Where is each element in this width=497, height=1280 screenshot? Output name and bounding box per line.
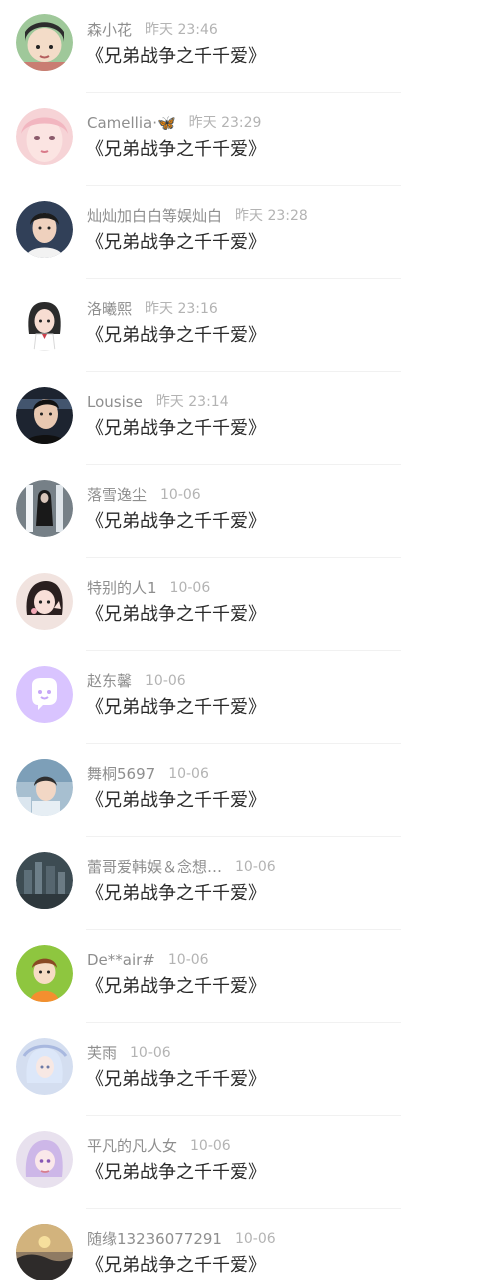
comment-text: 《兄弟战争之千千爱》 [86,790,266,811]
user-name[interactable]: 洛曦熙 [87,298,132,320]
anime-girl-avatar[interactable] [16,294,73,351]
timestamp: 10-06 [130,1045,171,1061]
comment-meta: De**air# 10-06 [87,949,209,971]
timestamp: 10-06 [234,1231,276,1247]
comment-text: 《兄弟战争之千千爱》 [86,883,266,904]
user-name[interactable]: 特别的人1 [87,577,157,599]
timestamp: 昨天 23:29 [188,115,262,131]
user-name[interactable]: 森小花 [87,19,132,41]
list-item[interactable]: De**air# 10-06 《兄弟战争之千千爱》 [0,930,497,1023]
anime-boy-avatar[interactable] [16,759,73,816]
comment-text: 《兄弟战争之千千爱》 [86,1069,266,1090]
list-item[interactable]: 蕾哥爱韩娱＆念想… 10-06 《兄弟战争之千千爱》 [0,837,497,930]
comment-text: 《兄弟战争之千千爱》 [86,1255,266,1276]
comment-text: 《兄弟战争之千千爱》 [86,232,266,253]
cartoon-girl-avatar[interactable] [16,573,73,630]
chat-bubble-avatar[interactable] [16,666,73,723]
timestamp: 昨天 23:28 [235,208,308,224]
comment-meta: Lousise 昨天 23:14 [87,391,229,413]
comment-meta: 蕾哥爱韩娱＆念想… 10-06 [87,856,276,878]
list-item[interactable]: Camellia·🦋 昨天 23:29 《兄弟战争之千千爱》 [0,93,497,186]
timestamp: 昨天 23:16 [145,301,218,317]
comment-text: 《兄弟战争之千千爱》 [86,1162,266,1183]
list-item[interactable]: 赵东馨 10-06 《兄弟战争之千千爱》 [0,651,497,744]
list-item[interactable]: 随缘13236077291 10-06 《兄弟战争之千千爱》 [0,1209,497,1280]
comment-text: 《兄弟战争之千千爱》 [86,976,266,997]
user-name[interactable]: 舞桐5697 [87,763,155,785]
user-name[interactable]: 落雪逸尘 [87,484,147,506]
timestamp: 10-06 [145,673,186,689]
comment-text: 《兄弟战争之千千爱》 [86,697,266,718]
list-item[interactable]: 芙雨 10-06 《兄弟战争之千千爱》 [0,1023,497,1116]
pink-face-avatar[interactable] [16,108,73,165]
timestamp: 10-06 [169,580,211,596]
list-item[interactable]: 森小花 昨天 23:46 《兄弟战争之千千爱》 [0,0,497,93]
list-item[interactable]: 落雪逸尘 10-06 《兄弟战争之千千爱》 [0,465,497,558]
user-name[interactable]: Camellia·🦋 [87,112,176,134]
comment-text: 《兄弟战争之千千爱》 [86,511,266,532]
timestamp: 10-06 [160,487,201,503]
comment-meta: 落雪逸尘 10-06 [87,484,201,506]
user-name[interactable]: 平凡的凡人女 [87,1135,177,1157]
list-item[interactable]: 灿灿加白白等娱灿白 昨天 23:28 《兄弟战争之千千爱》 [0,186,497,279]
comment-meta: 平凡的凡人女 10-06 [87,1135,231,1157]
comment-meta: 特别的人1 10-06 [87,577,210,599]
timestamp: 10-06 [190,1138,231,1154]
comment-meta: 森小花 昨天 23:46 [87,19,218,41]
user-name[interactable]: Lousise [87,391,143,413]
user-name[interactable]: 灿灿加白白等娱灿白 [87,205,222,227]
blue-illustration-avatar[interactable] [16,1038,73,1095]
timestamp: 昨天 23:46 [145,22,218,38]
timestamp: 10-06 [168,766,209,782]
user-name[interactable]: 随缘13236077291 [87,1228,222,1250]
purple-girl-avatar[interactable] [16,1131,73,1188]
user-name[interactable]: 赵东馨 [87,670,132,692]
comment-meta: 随缘13236077291 10-06 [87,1228,276,1250]
green-cartoon-avatar[interactable] [16,945,73,1002]
comment-meta: 灿灿加白白等娱灿白 昨天 23:28 [87,205,308,227]
man-portrait-avatar[interactable] [16,387,73,444]
user-name[interactable]: 蕾哥爱韩娱＆念想… [87,856,222,878]
city-scene-avatar[interactable] [16,852,73,909]
corridor-girl-avatar[interactable] [16,480,73,537]
list-item[interactable]: 舞桐5697 10-06 《兄弟战争之千千爱》 [0,744,497,837]
user-name[interactable]: De**air# [87,949,155,971]
comment-text: 《兄弟战争之千千爱》 [86,418,266,439]
timestamp: 10-06 [167,952,209,968]
list-item[interactable]: 平凡的凡人女 10-06 《兄弟战争之千千爱》 [0,1116,497,1209]
timestamp: 10-06 [235,859,276,875]
list-item[interactable]: 特别的人1 10-06 《兄弟战争之千千爱》 [0,558,497,651]
user-name[interactable]: 芙雨 [87,1042,117,1064]
comment-text: 《兄弟战争之千千爱》 [86,325,266,346]
list-item[interactable]: 洛曦熙 昨天 23:16 《兄弟战争之千千爱》 [0,279,497,372]
boy-portrait-avatar[interactable] [16,201,73,258]
timestamp: 昨天 23:14 [155,394,229,410]
comment-meta: 赵东馨 10-06 [87,670,186,692]
comment-text: 《兄弟战争之千千爱》 [86,604,266,625]
comment-text: 《兄弟战争之千千爱》 [86,46,266,67]
sunset-avatar[interactable] [16,1224,73,1280]
comment-meta: 洛曦熙 昨天 23:16 [87,298,218,320]
comment-list: 森小花 昨天 23:46 《兄弟战争之千千爱》 Camellia·🦋 昨天 23:2… [0,0,497,1280]
comment-meta: 舞桐5697 10-06 [87,763,209,785]
list-item[interactable]: Lousise 昨天 23:14 《兄弟战争之千千爱》 [0,372,497,465]
comment-text: 《兄弟战争之千千爱》 [86,139,266,160]
girl-green-avatar[interactable] [16,14,73,71]
comment-meta: 芙雨 10-06 [87,1042,171,1064]
comment-meta: Camellia·🦋 昨天 23:29 [87,112,261,134]
